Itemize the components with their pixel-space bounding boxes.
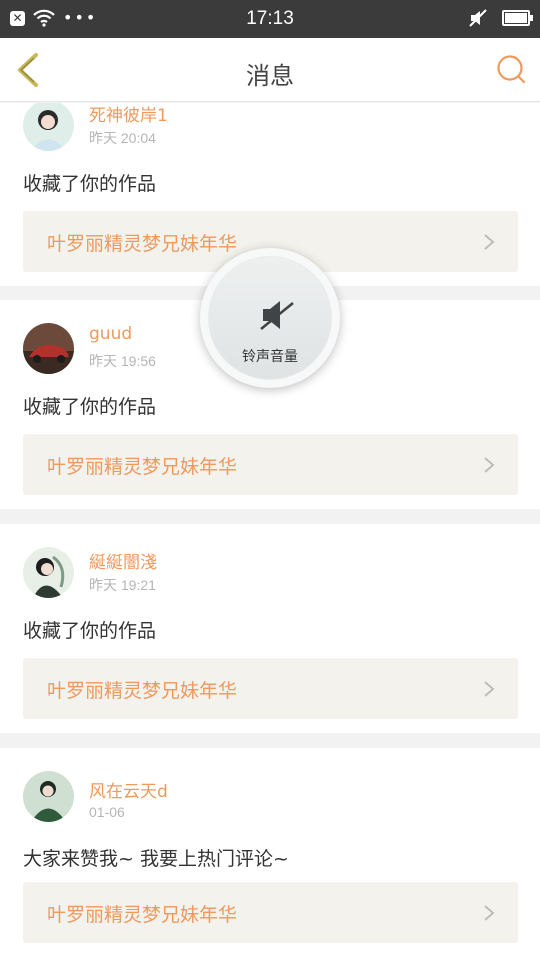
chevron-right-icon [484, 905, 495, 921]
message-content: 大家来赞我~ 我要上热门评论~ [23, 848, 289, 870]
app-header: 消息 [0, 38, 540, 102]
work-title: 叶罗丽精灵梦兄妹年华 [47, 456, 238, 478]
user-avatar[interactable] [23, 771, 74, 822]
user-name[interactable]: guud [89, 324, 132, 344]
work-link[interactable]: 叶罗丽精灵梦兄妹年华 [23, 882, 518, 943]
message-time: 昨天 19:21 [89, 577, 156, 593]
user-name[interactable]: 死神彼岸1 [89, 103, 168, 126]
mute-icon [469, 9, 487, 27]
work-title: 叶罗丽精灵梦兄妹年华 [47, 233, 238, 255]
message-content: 收藏了你的作品 [23, 620, 157, 642]
volume-overlay: 铃声音量 [200, 248, 340, 388]
user-avatar[interactable] [23, 323, 74, 374]
chevron-right-icon [484, 681, 495, 697]
message-card: 风在云天d 01-06 大家来赞我~ 我要上热门评论~ 叶罗丽精灵梦兄妹年华 [0, 748, 540, 960]
volume-overlay-inner: 铃声音量 [208, 256, 332, 380]
chevron-right-icon [484, 457, 495, 473]
search-icon[interactable] [496, 54, 526, 84]
status-right-icons [468, 8, 533, 28]
message-content: 收藏了你的作品 [23, 396, 157, 418]
message-time: 昨天 19:56 [89, 353, 156, 369]
chevron-right-icon [484, 234, 495, 250]
user-name[interactable]: 綖綖闇淺 [89, 548, 157, 573]
status-time: 17:13 [246, 8, 294, 29]
work-link[interactable]: 叶罗丽精灵梦兄妹年华 [23, 658, 518, 719]
user-avatar[interactable] [23, 547, 74, 598]
message-time: 昨天 20:04 [89, 130, 156, 146]
ringer-muted-icon [260, 301, 294, 331]
message-card: 綖綖闇淺 昨天 19:21 收藏了你的作品 叶罗丽精灵梦兄妹年华 [0, 524, 540, 733]
page-title: 消息 [246, 62, 294, 90]
user-name[interactable]: 风在云天d [89, 777, 168, 802]
message-time: 01-06 [89, 804, 125, 820]
work-title: 叶罗丽精灵梦兄妹年华 [47, 680, 238, 702]
battery-icon [502, 10, 533, 26]
work-title: 叶罗丽精灵梦兄妹年华 [47, 904, 238, 926]
message-list[interactable]: 死神彼岸1 昨天 20:04 收藏了你的作品 叶罗丽精灵梦兄妹年华 guud 昨… [0, 103, 540, 960]
status-bar: ✕ ••• 17:13 [0, 0, 540, 38]
work-link[interactable]: 叶罗丽精灵梦兄妹年华 [23, 434, 518, 495]
message-content: 收藏了你的作品 [23, 173, 157, 195]
user-avatar[interactable] [23, 103, 74, 151]
volume-label: 铃声音量 [242, 349, 298, 365]
